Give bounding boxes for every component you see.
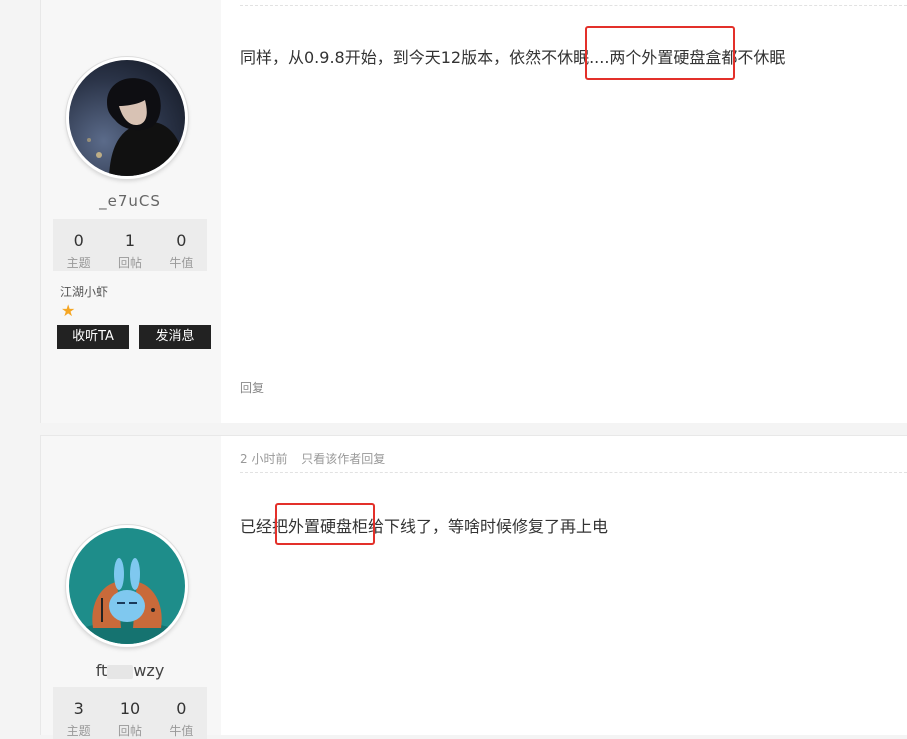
stat-label: 牛值 [169, 724, 194, 738]
stat-value: 0 [176, 699, 187, 718]
post-meta: 2 小时前 只看该作者回复 [240, 450, 395, 467]
post-content: 2 小时前 只看该作者回复 已经把外置硬盘柜给下线了，等啥时候修复了再上电 [221, 435, 907, 735]
post-content: 同样，从0.9.8开始，到今天12版本，依然不休眠....两个外置硬盘盒都不休眠… [221, 0, 907, 423]
username[interactable]: ft wzy [41, 661, 219, 680]
star-icon: ★ [61, 301, 76, 320]
stat-label: 回帖 [117, 256, 142, 270]
stat-replies[interactable]: 1 回帖 [104, 219, 155, 271]
message-button[interactable]: 发消息 [139, 325, 211, 349]
stat-label: 主题 [66, 256, 91, 270]
stat-value: 0 [176, 231, 187, 250]
only-author-link[interactable]: 只看该作者回复 [301, 452, 385, 466]
highlight-box [585, 26, 735, 80]
avatar[interactable] [66, 57, 188, 179]
stat-topics[interactable]: 3 主题 [53, 687, 104, 739]
avatar-image [69, 60, 185, 176]
stat-label: 回帖 [117, 724, 142, 738]
highlight-box [275, 503, 375, 545]
post-time: 2 小时前 [240, 452, 288, 466]
avatar[interactable] [66, 525, 188, 647]
stat-value: 10 [119, 699, 141, 718]
stat-value: 1 [124, 231, 136, 250]
stat-replies[interactable]: 10 回帖 [104, 687, 155, 739]
redacted-block [107, 664, 134, 679]
username-end: wzy [133, 661, 165, 680]
username-text: _e7uCS [99, 192, 161, 210]
user-stats: 3 主题 10 回帖 0 牛值 [53, 687, 207, 739]
divider [240, 5, 907, 6]
stat-label: 牛值 [169, 256, 194, 270]
author-panel: _e7uCS 0 主题 1 回帖 0 牛值 江湖小虾 ★ 收听TA 发消息 [40, 0, 222, 423]
stat-value: 0 [73, 231, 84, 250]
stat-topics[interactable]: 0 主题 [53, 219, 104, 271]
author-panel: ft wzy 3 主题 10 回帖 0 牛值 [40, 435, 222, 739]
reply-link[interactable]: 回复 [240, 379, 264, 396]
post-1: _e7uCS 0 主题 1 回帖 0 牛值 江湖小虾 ★ 收听TA 发消息 同样… [40, 0, 907, 423]
stat-label: 主题 [66, 724, 91, 738]
post-2: ft wzy 3 主题 10 回帖 0 牛值 2 小时前 只看该作者回复 已经把外… [40, 435, 907, 739]
follow-button[interactable]: 收听TA [57, 325, 129, 349]
avatar-image [69, 528, 185, 644]
stat-points[interactable]: 0 牛值 [156, 687, 207, 739]
user-stats: 0 主题 1 回帖 0 牛值 [53, 219, 207, 271]
username[interactable]: _e7uCS [41, 192, 219, 210]
user-level: 江湖小虾 [60, 285, 109, 299]
stat-points[interactable]: 0 牛值 [156, 219, 207, 271]
stat-value: 3 [73, 699, 84, 718]
divider [240, 472, 907, 473]
username-start: ft [95, 661, 108, 680]
